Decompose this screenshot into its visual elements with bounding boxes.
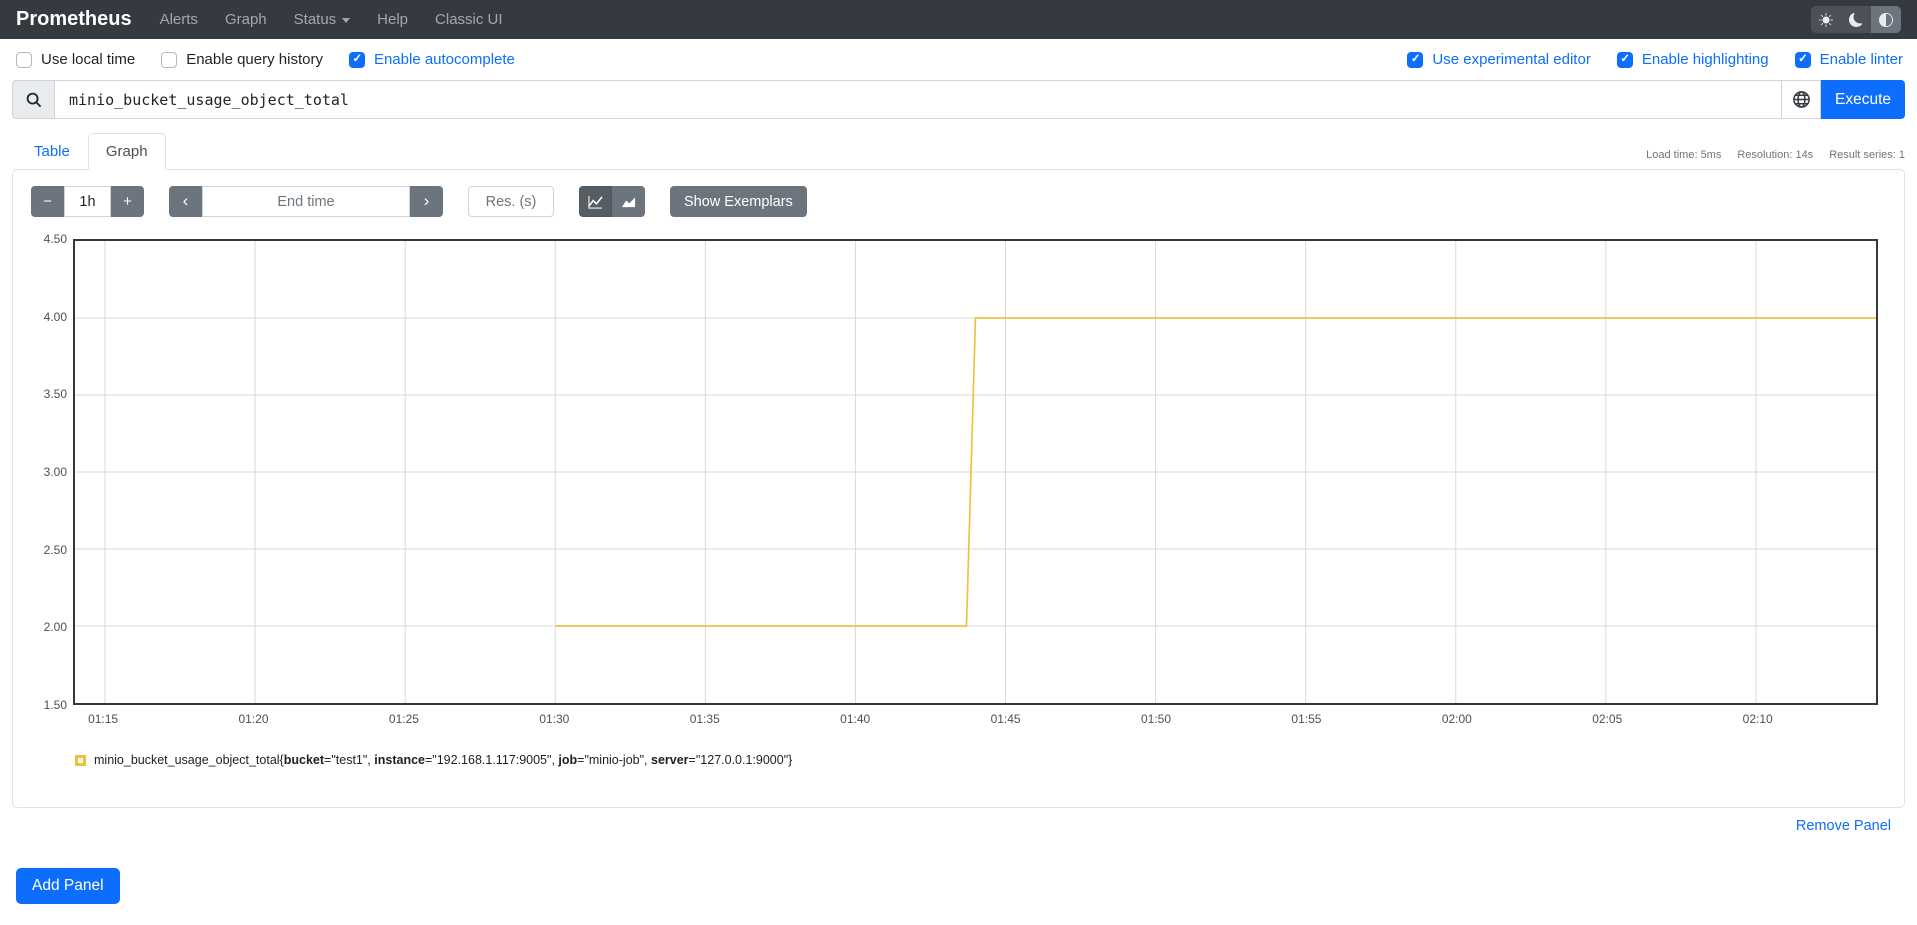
use-local-time-label: Use local time bbox=[41, 51, 136, 68]
y-tick-label: 3.50 bbox=[43, 387, 67, 402]
enable-query-history-checkbox[interactable] bbox=[161, 51, 178, 68]
use-experimental-editor-option[interactable]: Use experimental editor bbox=[1407, 51, 1591, 68]
plot-area[interactable] bbox=[73, 239, 1878, 705]
tab-table[interactable]: Table bbox=[16, 133, 88, 170]
enable-highlighting-option[interactable]: Enable highlighting bbox=[1616, 51, 1769, 68]
legend: minio_bucket_usage_object_total{bucket="… bbox=[75, 753, 1890, 767]
chart-type-group bbox=[579, 186, 645, 217]
theme-toggle-group bbox=[1811, 6, 1901, 33]
enable-autocomplete-option[interactable]: Enable autocomplete bbox=[348, 51, 515, 68]
y-tick-label: 4.50 bbox=[43, 232, 67, 246]
query-expression-input[interactable] bbox=[54, 80, 1781, 119]
nav-item-classic-ui[interactable]: Classic UI bbox=[435, 11, 503, 28]
nav-item-graph[interactable]: Graph bbox=[225, 11, 267, 28]
use-local-time-checkbox[interactable] bbox=[16, 51, 32, 68]
x-tick-label: 02:00 bbox=[1441, 712, 1472, 726]
range-control-group: − + bbox=[31, 186, 144, 217]
end-time-input[interactable] bbox=[202, 186, 410, 217]
query-stats: Load time: 5ms Resolution: 14s Result se… bbox=[1646, 149, 1905, 169]
brand-prometheus[interactable]: Prometheus bbox=[16, 8, 132, 31]
dark-theme-moon-icon[interactable] bbox=[1841, 6, 1871, 33]
metrics-explorer-globe-icon[interactable] bbox=[1781, 80, 1821, 119]
range-input[interactable] bbox=[64, 186, 111, 217]
query-row: Execute bbox=[0, 78, 1917, 119]
x-tick-label: 01:15 bbox=[88, 712, 119, 726]
end-time-control-group: ‹ › bbox=[169, 186, 443, 217]
enable-linter-label: Enable linter bbox=[1819, 51, 1903, 68]
result-tabs: Table Graph bbox=[12, 133, 166, 170]
navbar: Prometheus Alerts Graph Status Help Clas… bbox=[0, 0, 1917, 39]
tabs-row: Table Graph Load time: 5ms Resolution: 1… bbox=[12, 133, 1905, 170]
show-exemplars-button[interactable]: Show Exemplars bbox=[670, 186, 807, 217]
enable-linter-checkbox[interactable] bbox=[1794, 51, 1811, 68]
enable-highlighting-label: Enable highlighting bbox=[1641, 51, 1769, 68]
query-input-group: Execute bbox=[12, 80, 1905, 119]
chevron-left-icon[interactable]: ‹ bbox=[169, 186, 202, 217]
stat-load-time: Load time: 5ms bbox=[1646, 149, 1722, 161]
resolution-input[interactable] bbox=[468, 186, 554, 217]
stat-result-series: Result series: 1 bbox=[1829, 149, 1905, 161]
use-experimental-editor-label: Use experimental editor bbox=[1432, 51, 1591, 68]
x-tick-label: 01:30 bbox=[539, 712, 570, 726]
enable-autocomplete-checkbox[interactable] bbox=[348, 51, 365, 68]
stat-resolution: Resolution: 14s bbox=[1737, 149, 1814, 161]
y-tick-label: 4.00 bbox=[43, 309, 67, 324]
x-tick-label: 01:25 bbox=[388, 712, 419, 726]
x-axis-labels: 01:15 01:20 01:25 01:30 01:35 01:40 01:45 01:50… bbox=[73, 705, 1878, 731]
enable-autocomplete-label: Enable autocomplete bbox=[373, 51, 515, 68]
y-tick-label: 2.50 bbox=[43, 542, 67, 557]
settings-right: Use experimental editor Enable highlight… bbox=[1407, 51, 1903, 68]
increase-range-button[interactable]: + bbox=[111, 186, 144, 217]
graph-toolbar: − + ‹ › Show Exemplars bbox=[31, 186, 1890, 217]
x-tick-label: 01:55 bbox=[1291, 712, 1322, 726]
series-line bbox=[75, 241, 1876, 703]
x-tick-label: 01:50 bbox=[1140, 712, 1172, 726]
series-color-swatch bbox=[75, 754, 86, 766]
y-tick-label: 3.00 bbox=[43, 465, 67, 479]
y-tick-label: 2.00 bbox=[43, 620, 67, 635]
enable-query-history-label: Enable query history bbox=[186, 51, 323, 68]
caret-down-icon bbox=[342, 18, 351, 23]
enable-linter-option[interactable]: Enable linter bbox=[1794, 51, 1903, 68]
legend-series-label: minio_bucket_usage_object_total{bucket="… bbox=[94, 753, 793, 767]
graph-panel: − + ‹ › Show Exemplars 1.50 2.00 2.50 3.00 3… bbox=[12, 169, 1905, 808]
nav-links: Alerts Graph Status Help Classic UI bbox=[160, 11, 1811, 28]
y-tick-label: 1.50 bbox=[43, 698, 67, 712]
enable-query-history-option[interactable]: Enable query history bbox=[161, 51, 323, 68]
stacked-chart-icon[interactable] bbox=[612, 186, 645, 217]
use-local-time-option[interactable]: Use local time bbox=[16, 51, 135, 68]
nav-item-help[interactable]: Help bbox=[377, 11, 408, 28]
x-tick-label: 02:10 bbox=[1742, 712, 1773, 726]
panel-footer: Remove Panel bbox=[0, 817, 1891, 834]
remove-panel-link[interactable]: Remove Panel bbox=[1796, 818, 1891, 834]
chevron-right-icon[interactable]: › bbox=[410, 186, 443, 217]
settings-left: Use local time Enable query history Enab… bbox=[16, 51, 515, 68]
chart: 1.50 2.00 2.50 3.00 3.50 4.00 4.50 01:15 01:20 0… bbox=[27, 232, 1878, 731]
line-chart-icon[interactable] bbox=[579, 186, 612, 217]
use-experimental-editor-checkbox[interactable] bbox=[1407, 51, 1424, 68]
enable-highlighting-checkbox[interactable] bbox=[1616, 51, 1633, 68]
decrease-range-button[interactable]: − bbox=[31, 186, 64, 217]
nav-item-alerts[interactable]: Alerts bbox=[160, 11, 198, 28]
x-tick-label: 02:05 bbox=[1592, 712, 1623, 726]
x-tick-label: 01:40 bbox=[840, 712, 871, 726]
x-tick-label: 01:35 bbox=[689, 712, 720, 726]
auto-theme-contrast-icon[interactable] bbox=[1871, 6, 1901, 33]
y-axis-labels: 1.50 2.00 2.50 3.00 3.50 4.00 4.50 bbox=[27, 232, 73, 712]
light-theme-sun-icon[interactable] bbox=[1811, 6, 1841, 33]
search-icon bbox=[12, 80, 54, 119]
tab-graph[interactable]: Graph bbox=[87, 133, 166, 170]
nav-item-status[interactable]: Status bbox=[294, 11, 351, 28]
add-panel-button[interactable]: Add Panel bbox=[16, 868, 120, 904]
x-tick-label: 01:20 bbox=[238, 712, 269, 726]
execute-button[interactable]: Execute bbox=[1821, 80, 1905, 119]
settings-row: Use local time Enable query history Enab… bbox=[0, 39, 1917, 78]
x-tick-label: 01:45 bbox=[990, 712, 1021, 726]
